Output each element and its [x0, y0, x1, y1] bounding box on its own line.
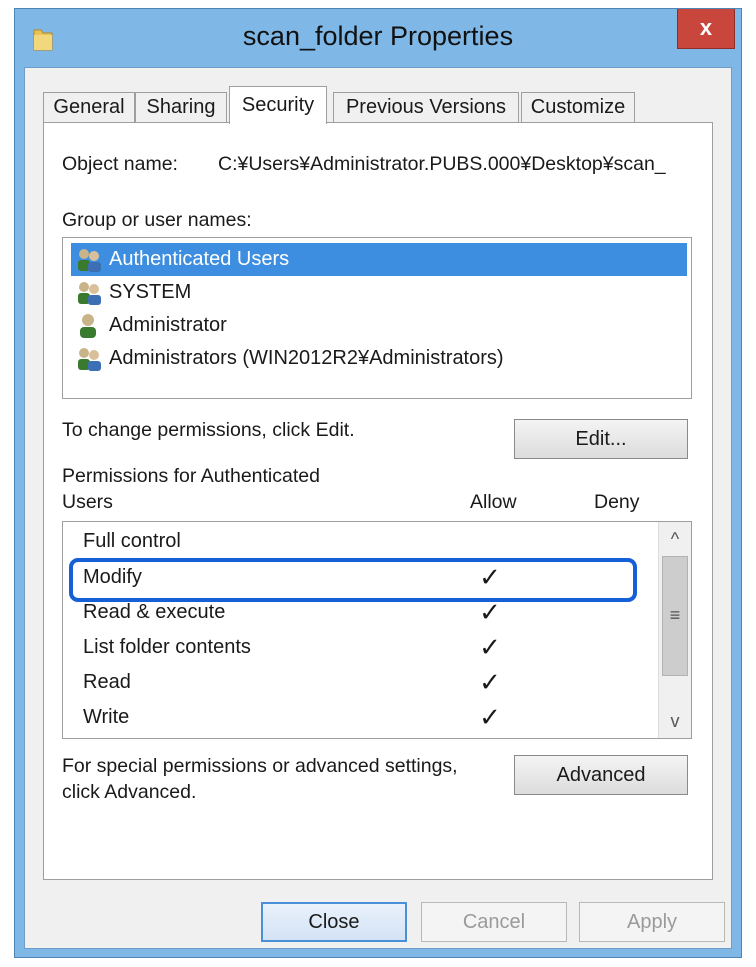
permissions-for-label-user: Users — [62, 491, 113, 513]
permission-name: Write — [83, 706, 130, 728]
user-label: Authenticated Users — [109, 248, 290, 270]
permission-row-write: Write ✓ — [63, 700, 653, 735]
properties-window: scan_folder Properties x General Sharing… — [14, 8, 742, 958]
deny-column-header: Deny — [594, 491, 640, 513]
window-title: scan_folder Properties — [242, 21, 514, 51]
scroll-down-icon[interactable]: v — [659, 704, 691, 738]
group-users-icon — [78, 348, 101, 371]
permission-row-read: Read ✓ — [63, 665, 653, 700]
permissions-list: Full control Modify ✓ Read & execute ✓ L… — [62, 521, 692, 739]
single-user-icon — [80, 314, 96, 338]
scroll-thumb[interactable]: ≡ — [662, 556, 688, 676]
close-button[interactable]: Close — [261, 902, 407, 942]
user-list: Authenticated Users SYSTEM Administrator — [62, 237, 692, 399]
tab-customize[interactable]: Customize — [521, 92, 635, 122]
cancel-button[interactable]: Cancel — [421, 902, 567, 942]
advanced-settings-text-2: click Advanced. — [62, 781, 197, 803]
permission-name: List folder contents — [83, 636, 251, 658]
change-permissions-text: To change permissions, click Edit. — [62, 419, 355, 441]
object-name-value: C:¥Users¥Administrator.PUBS.000¥Desktop¥… — [218, 153, 666, 175]
modify-highlight-outline — [69, 558, 637, 602]
dialog-client-area: General Sharing Security Previous Versio… — [24, 67, 732, 949]
advanced-settings-text: For special permissions or advanced sett… — [62, 755, 458, 777]
close-window-button[interactable]: x — [677, 9, 735, 49]
allow-check-icon: ✓ — [479, 632, 501, 662]
security-tab-panel: Object name: C:¥Users¥Administrator.PUBS… — [43, 122, 713, 880]
allow-check-icon: ✓ — [479, 702, 501, 732]
user-row-system[interactable]: SYSTEM — [71, 276, 687, 309]
permissions-scrollbar[interactable]: ^ ≡ v — [658, 522, 691, 738]
permission-name: Read — [83, 671, 131, 693]
tab-general[interactable]: General — [43, 92, 135, 122]
scroll-up-icon[interactable]: ^ — [659, 522, 691, 556]
user-row-administrators[interactable]: Administrators (WIN2012R2¥Administrators… — [71, 342, 687, 375]
tab-security[interactable]: Security — [229, 86, 327, 124]
user-row-authenticated-users[interactable]: Authenticated Users — [71, 243, 687, 276]
group-users-icon — [78, 249, 101, 272]
group-users-icon — [78, 282, 101, 305]
permission-name: Full control — [83, 530, 181, 552]
object-name-label: Object name: — [62, 153, 178, 175]
permission-row-full-control: Full control — [63, 524, 653, 559]
user-label: Administrator — [109, 314, 227, 336]
user-row-administrator[interactable]: Administrator — [71, 309, 687, 342]
allow-column-header: Allow — [470, 491, 517, 513]
tab-previous-versions[interactable]: Previous Versions — [333, 92, 519, 122]
advanced-button[interactable]: Advanced — [514, 755, 688, 795]
permission-row-list-folder-contents: List folder contents ✓ — [63, 630, 653, 665]
allow-check-icon: ✓ — [479, 667, 501, 697]
group-or-user-names-label: Group or user names: — [62, 209, 252, 231]
user-label: Administrators (WIN2012R2¥Administrators… — [109, 347, 504, 369]
tab-sharing[interactable]: Sharing — [135, 92, 227, 122]
edit-button[interactable]: Edit... — [514, 419, 688, 459]
user-label: SYSTEM — [109, 281, 192, 303]
apply-button[interactable]: Apply — [579, 902, 725, 942]
permissions-for-label: Permissions for Authenticated — [62, 465, 320, 487]
title-bar[interactable]: scan_folder Properties x — [15, 9, 741, 67]
